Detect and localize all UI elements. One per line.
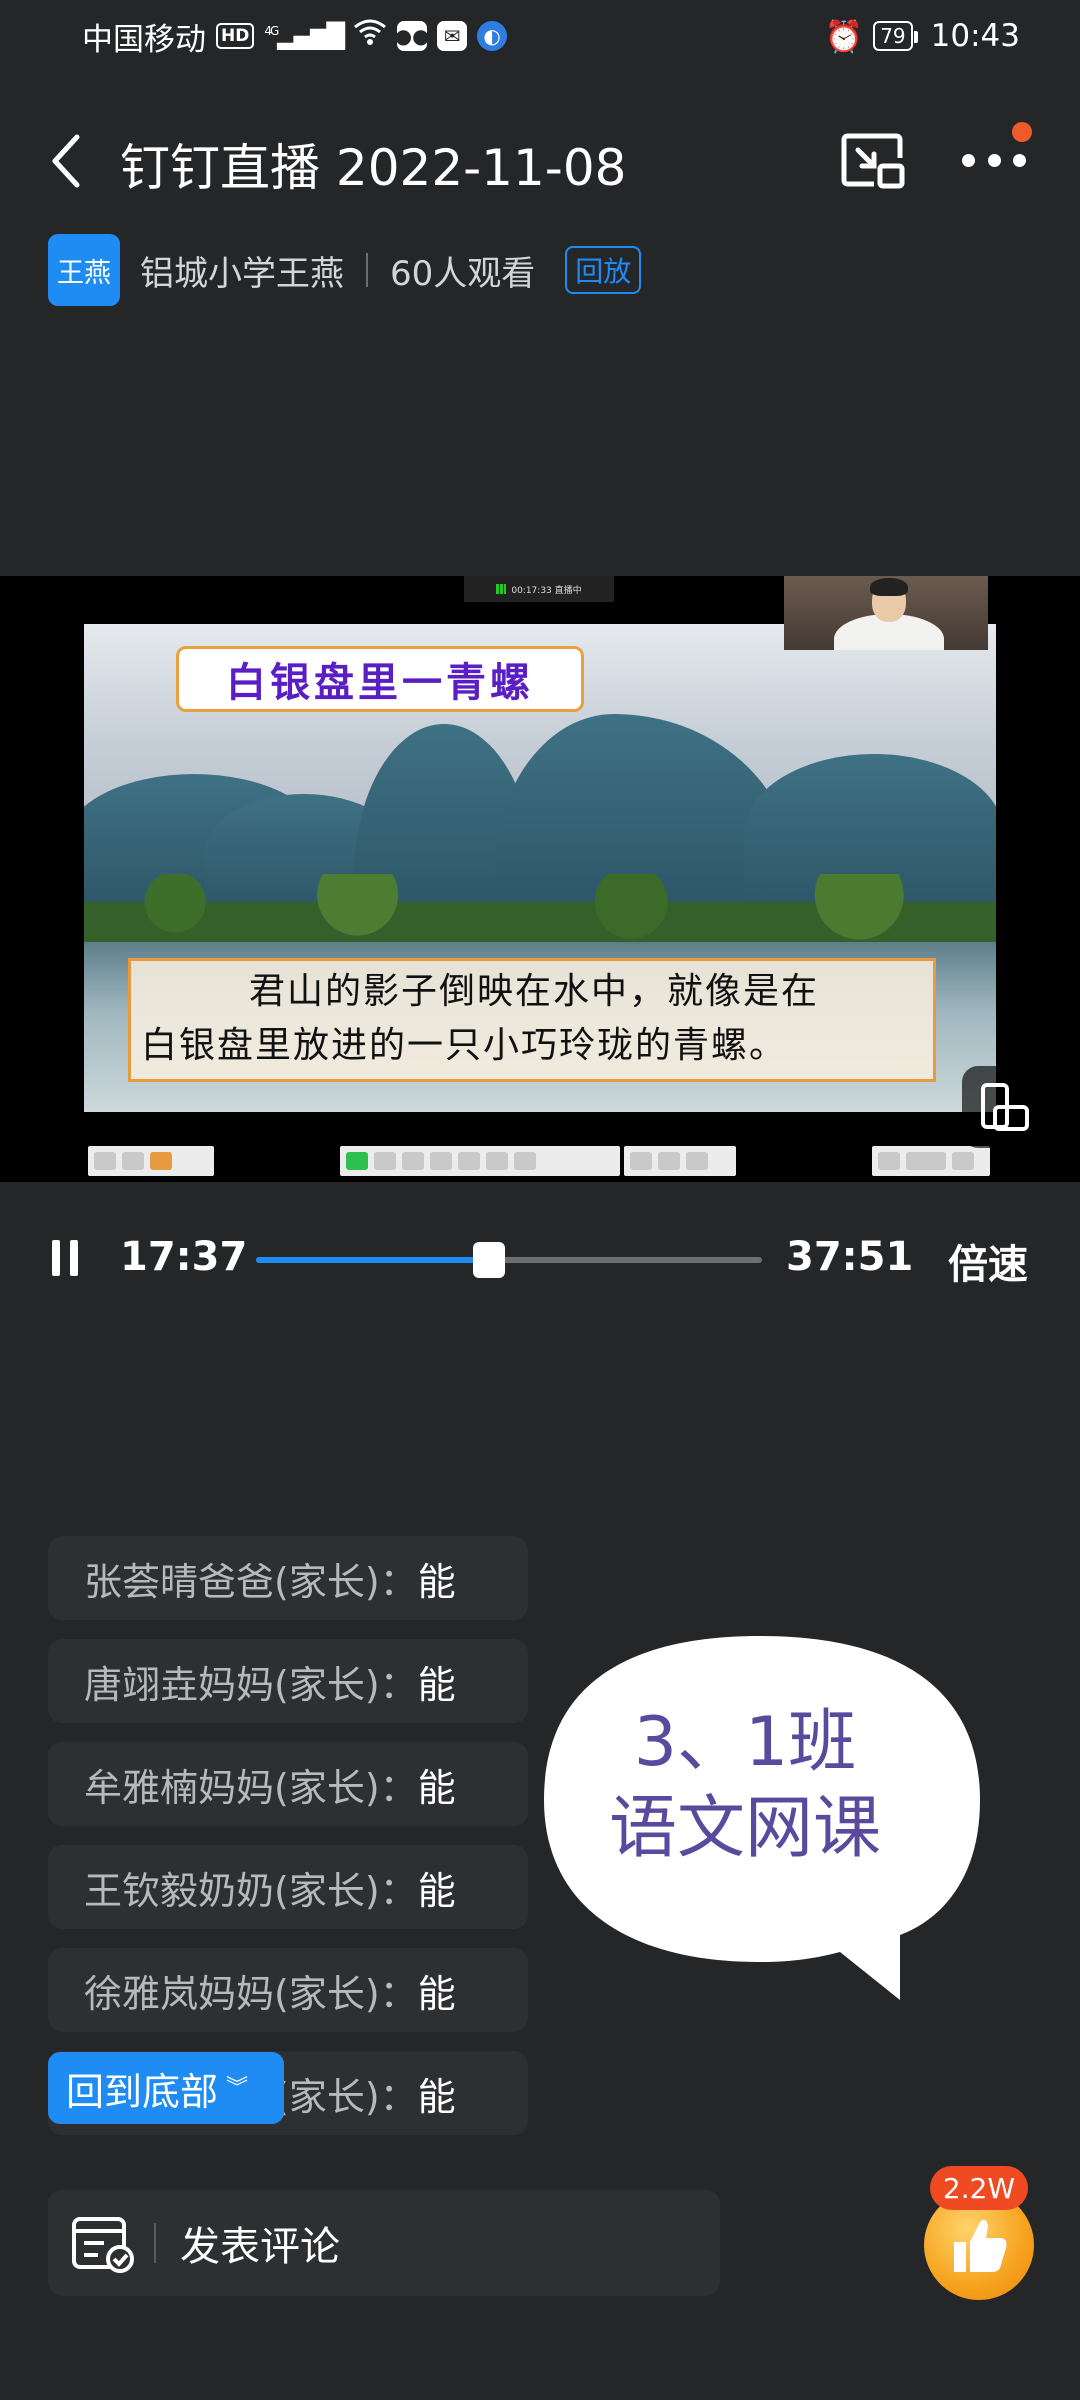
carrier-label: 中国移动 (82, 21, 206, 58)
bubble-line: 语文网课 (608, 1789, 881, 1868)
speed-button[interactable]: 倍速 (948, 1232, 1028, 1290)
comment-input[interactable]: 发表评论 (48, 2190, 720, 2296)
slide-trees (84, 874, 996, 944)
host-name[interactable]: 铝城小学王燕 (140, 246, 344, 295)
presentation-slide: 白银盘里一青螺 君山的影子倒映在水中，就像是在 白银盘里放进的一只小巧玲珑的青螺… (84, 624, 996, 1112)
thumbs-up-icon (954, 2219, 1007, 2272)
comment-text: 能 (417, 1868, 456, 1913)
teacher-camera (784, 576, 988, 650)
slide-caption: 君山的影子倒映在水中，就像是在 白银盘里放进的一只小巧玲珑的青螺。 (128, 958, 936, 1082)
replay-badge: 回放 (565, 246, 642, 294)
progress-thumb[interactable] (472, 1242, 505, 1278)
rotate-screen-icon (981, 1083, 1029, 1131)
picture-in-picture-icon (841, 133, 905, 189)
comment-author: 牟雅楠妈妈(家长)： (84, 1765, 418, 1810)
slide-caption-line: 君山的影子倒映在水中，就像是在 (249, 971, 820, 1012)
network-type-label: 4G (264, 24, 279, 38)
slide-caption-line: 白银盘里放进的一只小巧玲珑的青螺。 (141, 1025, 788, 1066)
host-info: 王燕 铝城小学王燕 60人观看 回放 (48, 234, 642, 306)
wechat-icon: ●● (395, 21, 430, 51)
divider (154, 2223, 156, 2263)
back-to-bottom-label: 回到底部 (66, 2069, 219, 2114)
slide-toolbar (88, 1146, 214, 1176)
more-dot (987, 153, 1001, 167)
page-title: 钉钉直播 2022-11-08 (120, 139, 627, 197)
signal-bars-icon (496, 584, 507, 594)
notification-dot (1012, 122, 1032, 142)
comment-author: 徐雅岚妈妈(家长)： (84, 1971, 418, 2016)
total-time: 37:51 (786, 1234, 914, 1280)
comment-item: 王钦毅奶奶(家长)：能 (48, 1845, 528, 1929)
like-count-badge: 2.2W (930, 2166, 1028, 2210)
wifi-icon (353, 18, 387, 54)
live-indicator: 00:17:33 直播中 (464, 576, 614, 602)
more-button[interactable] (958, 140, 1030, 180)
comment-form-icon (72, 2217, 134, 2273)
clock: 10:43 (930, 18, 1020, 54)
browser-app-icon: ◐ (477, 21, 508, 51)
slide-title: 白银盘里一青螺 (176, 646, 584, 712)
comment-author: 唐翊垚妈妈(家长)： (84, 1662, 418, 1707)
slide-toolbar (624, 1146, 736, 1176)
teacher-hair (870, 578, 908, 596)
comment-author: 张荟晴爸爸(家长)： (84, 1559, 418, 1604)
slide-toolbar (872, 1146, 990, 1176)
pause-icon (70, 1240, 78, 1276)
comment-item: 徐雅岚妈妈(家长)：能 (48, 1948, 528, 2032)
pause-icon (52, 1240, 60, 1276)
avatar[interactable]: 王燕 (48, 234, 120, 306)
live-replay-screen: { "status_bar": { "carrier": "中国移动", "hd… (0, 0, 1080, 2400)
comment-text: 能 (417, 2074, 456, 2119)
bubble-line: 3、1班 (633, 1703, 857, 1782)
comment-placeholder: 发表评论 (180, 2224, 340, 2270)
chevron-left-icon (52, 134, 80, 188)
viewer-count: 60人观看 (390, 253, 536, 294)
comment-item: 牟雅楠妈妈(家长)：能 (48, 1742, 528, 1826)
top-bar: 钉钉直播 2022-11-08 (0, 110, 1080, 210)
pause-button[interactable] (52, 1240, 78, 1276)
back-to-bottom-button[interactable]: 回到底部 ︾ (48, 2052, 284, 2124)
comment-text: 能 (417, 1765, 456, 1810)
picture-in-picture-button[interactable] (840, 130, 906, 190)
signal-icon: 4G▂▄▆█ (264, 22, 345, 50)
back-button[interactable] (44, 126, 88, 196)
rotate-screen-button[interactable] (962, 1066, 1044, 1148)
comment-text: 能 (417, 1662, 456, 1707)
comment-text: 能 (417, 1971, 456, 2016)
player-controls: 17:37 37:51 倍速 (0, 1216, 1080, 1304)
progress-slider[interactable] (256, 1242, 762, 1278)
live-indicator-label: 00:17:33 直播中 (511, 585, 582, 596)
chevron-double-down-icon: ︾ (226, 2076, 249, 2101)
battery-level: 79 (880, 24, 906, 48)
current-time: 17:37 (120, 1234, 248, 1280)
comment-author: 王钦毅奶奶(家长)： (84, 1868, 418, 1913)
comment-text: 能 (417, 1559, 456, 1604)
hd-badge: HD (216, 23, 255, 49)
comment-item: 唐翊垚妈妈(家长)：能 (48, 1639, 528, 1723)
comment-author: (家长)： (274, 2074, 418, 2119)
progress-fill (256, 1257, 489, 1263)
mail-app-icon: ✉ (437, 21, 468, 51)
more-dot (1013, 153, 1026, 167)
more-dot (962, 153, 975, 167)
status-bar: 中国移动 HD 4G▂▄▆█ ●● ✉ ◐ ⏰ 79 10:43 (0, 0, 1080, 72)
battery-icon: 79 (873, 21, 919, 51)
divider (366, 253, 368, 287)
slide-toolbar (340, 1146, 620, 1176)
video-player[interactable]: 00:17:33 直播中 白银盘里一青螺 君山的影子倒映在水中，就像是在 白银盘… (0, 576, 1080, 1182)
alarm-icon: ⏰ (824, 18, 864, 55)
comment-item: 张荟晴爸爸(家长)：能 (48, 1536, 528, 1620)
bubble-text: 3、1班 语文网课 (540, 1700, 950, 1872)
